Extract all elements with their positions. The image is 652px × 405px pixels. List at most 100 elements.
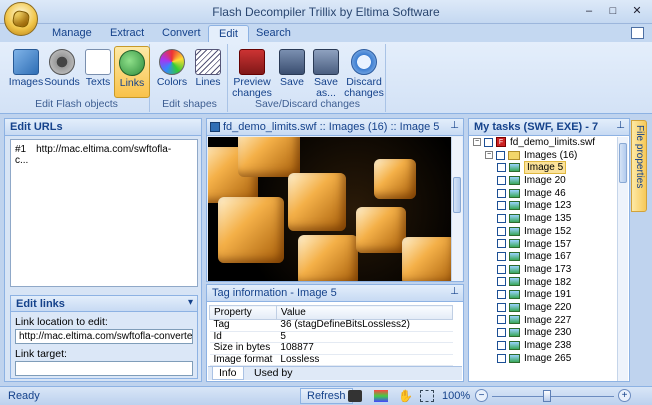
background-color-icon[interactable] bbox=[374, 390, 388, 402]
tree-image-node[interactable]: Image 152 bbox=[473, 226, 619, 239]
table-row[interactable]: Size in bytes 108877 bbox=[209, 342, 453, 355]
tab-info[interactable]: Info bbox=[212, 367, 244, 380]
hand-tool-icon[interactable]: ✋ bbox=[398, 390, 413, 402]
checkbox[interactable] bbox=[497, 163, 506, 173]
image-icon bbox=[509, 239, 520, 249]
zoom-slider-thumb[interactable] bbox=[542, 390, 551, 402]
tab-manage[interactable]: Manage bbox=[42, 25, 102, 42]
list-item[interactable]: #1 http://mac.eltima.com/swftofla-c... bbox=[15, 144, 193, 166]
tab-extract[interactable]: Extract bbox=[100, 25, 154, 42]
lines-button[interactable]: Lines bbox=[190, 46, 226, 98]
colors-button[interactable]: Colors bbox=[154, 46, 190, 98]
tab-search[interactable]: Search bbox=[246, 25, 301, 42]
my-tasks-panel: My tasks (SWF, EXE) - 7 ⊥ − Ffd_demo_limit… bbox=[468, 118, 630, 382]
checkbox[interactable] bbox=[484, 137, 493, 147]
close-button[interactable]: ✕ bbox=[626, 3, 648, 19]
preview-scrollbar[interactable] bbox=[451, 137, 462, 281]
sounds-button[interactable]: Sounds bbox=[44, 46, 80, 98]
checkbox[interactable] bbox=[497, 353, 506, 363]
tree-image-node[interactable]: Image 238 bbox=[473, 340, 619, 353]
tree-image-node[interactable]: Image 46 bbox=[473, 188, 619, 201]
swf-file-icon: F bbox=[496, 137, 506, 148]
discard-changes-button[interactable]: Discard changes bbox=[344, 46, 384, 99]
tree-image-node[interactable]: Image 220 bbox=[473, 302, 619, 315]
checkbox[interactable] bbox=[497, 188, 506, 198]
tree-image-node[interactable]: Image 227 bbox=[473, 315, 619, 328]
value-cell: 36 (stagDefineBitsLossless2) bbox=[276, 319, 453, 332]
refresh-button[interactable]: Refresh bbox=[300, 388, 353, 404]
tree-image-node[interactable]: Image 123 bbox=[473, 200, 619, 213]
checkbox[interactable] bbox=[497, 252, 506, 262]
checkbox[interactable] bbox=[496, 150, 505, 160]
app-logo-icon bbox=[11, 9, 31, 29]
table-row[interactable]: Id 5 bbox=[209, 331, 453, 343]
link-target-field[interactable] bbox=[15, 361, 193, 376]
checkbox[interactable] bbox=[497, 264, 506, 274]
collapse-icon[interactable]: ▾ bbox=[188, 297, 193, 308]
link-location-field[interactable]: http://mac.eltima.com/swftofla-converter… bbox=[15, 329, 193, 344]
preview-changes-button[interactable]: Preview changes bbox=[232, 46, 272, 99]
checkbox[interactable] bbox=[497, 302, 506, 312]
edit-links-title-text: Edit links bbox=[16, 298, 65, 310]
application-menu-button[interactable] bbox=[4, 2, 38, 36]
texts-button[interactable]: Texts bbox=[80, 46, 116, 98]
save-as-button[interactable]: Save as... bbox=[308, 46, 344, 99]
links-button[interactable]: Links bbox=[114, 46, 150, 98]
scroll-thumb[interactable] bbox=[453, 177, 461, 213]
zoom-in-button[interactable]: + bbox=[618, 389, 631, 402]
value-cell: 5 bbox=[276, 331, 453, 343]
tree-image-node[interactable]: Image 167 bbox=[473, 251, 619, 264]
checkbox[interactable] bbox=[497, 328, 506, 338]
pin-icon[interactable]: ⊥ bbox=[616, 120, 625, 131]
tab-edit[interactable]: Edit bbox=[208, 25, 249, 42]
checkbox[interactable] bbox=[497, 340, 506, 350]
checkbox[interactable] bbox=[497, 290, 506, 300]
table-row[interactable]: Image format Lossless bbox=[209, 354, 453, 366]
image-name: Image 20 bbox=[524, 175, 566, 187]
maximize-button[interactable]: □ bbox=[602, 3, 624, 19]
zoom-out-button[interactable]: − bbox=[475, 389, 488, 402]
checkbox[interactable] bbox=[497, 239, 506, 249]
column-header-property[interactable]: Property bbox=[209, 305, 277, 320]
tree-image-node[interactable]: Image 230 bbox=[473, 327, 619, 340]
url-list[interactable]: #1 http://mac.eltima.com/swftofla-c... bbox=[10, 139, 198, 287]
camera-icon[interactable] bbox=[348, 390, 362, 402]
checkbox[interactable] bbox=[497, 277, 506, 287]
file-properties-tab[interactable]: File properties bbox=[631, 120, 647, 212]
tree-image-node[interactable]: Image 5 bbox=[473, 161, 619, 175]
save-button[interactable]: Save bbox=[274, 46, 310, 98]
tree-image-node[interactable]: Image 157 bbox=[473, 239, 619, 252]
tab-used-by[interactable]: Used by bbox=[248, 367, 299, 380]
scroll-thumb[interactable] bbox=[619, 143, 627, 183]
collapse-icon[interactable]: − bbox=[485, 151, 493, 160]
pin-icon[interactable]: ⊥ bbox=[450, 286, 459, 297]
checkbox[interactable] bbox=[497, 213, 506, 223]
tree-file-node[interactable]: − Ffd_demo_limits.swf bbox=[473, 137, 619, 150]
table-row[interactable]: Tag 36 (stagDefineBitsLossless2) bbox=[209, 319, 453, 332]
image-icon bbox=[509, 213, 520, 223]
ribbon-options-icon[interactable] bbox=[631, 27, 644, 39]
checkbox[interactable] bbox=[497, 226, 506, 236]
cube-shape bbox=[238, 137, 300, 177]
images-button[interactable]: Images bbox=[8, 46, 44, 98]
collapse-icon[interactable]: − bbox=[473, 138, 481, 147]
tasks-scrollbar[interactable] bbox=[617, 137, 628, 381]
group-edit-flash-objects: Images Sounds Texts Links Edit Flash obj… bbox=[4, 44, 150, 112]
tree-image-node[interactable]: Image 265 bbox=[473, 353, 619, 366]
checkbox[interactable] bbox=[497, 175, 506, 185]
pin-icon[interactable]: ⊥ bbox=[450, 120, 459, 131]
minimize-button[interactable]: – bbox=[578, 3, 600, 19]
texts-label: Texts bbox=[85, 76, 111, 88]
checkbox[interactable] bbox=[497, 315, 506, 325]
checkbox[interactable] bbox=[497, 201, 506, 211]
tree-image-node[interactable]: Image 191 bbox=[473, 289, 619, 302]
tree-image-node[interactable]: Image 173 bbox=[473, 264, 619, 277]
zoom-slider-track[interactable] bbox=[492, 396, 614, 397]
image-icon bbox=[509, 188, 520, 198]
tab-convert[interactable]: Convert bbox=[152, 25, 211, 42]
column-header-value[interactable]: Value bbox=[275, 305, 454, 320]
tree-image-node[interactable]: Image 135 bbox=[473, 213, 619, 226]
fit-view-icon[interactable] bbox=[420, 390, 434, 402]
tree-image-node[interactable]: Image 182 bbox=[473, 277, 619, 290]
tree-image-node[interactable]: Image 20 bbox=[473, 175, 619, 188]
